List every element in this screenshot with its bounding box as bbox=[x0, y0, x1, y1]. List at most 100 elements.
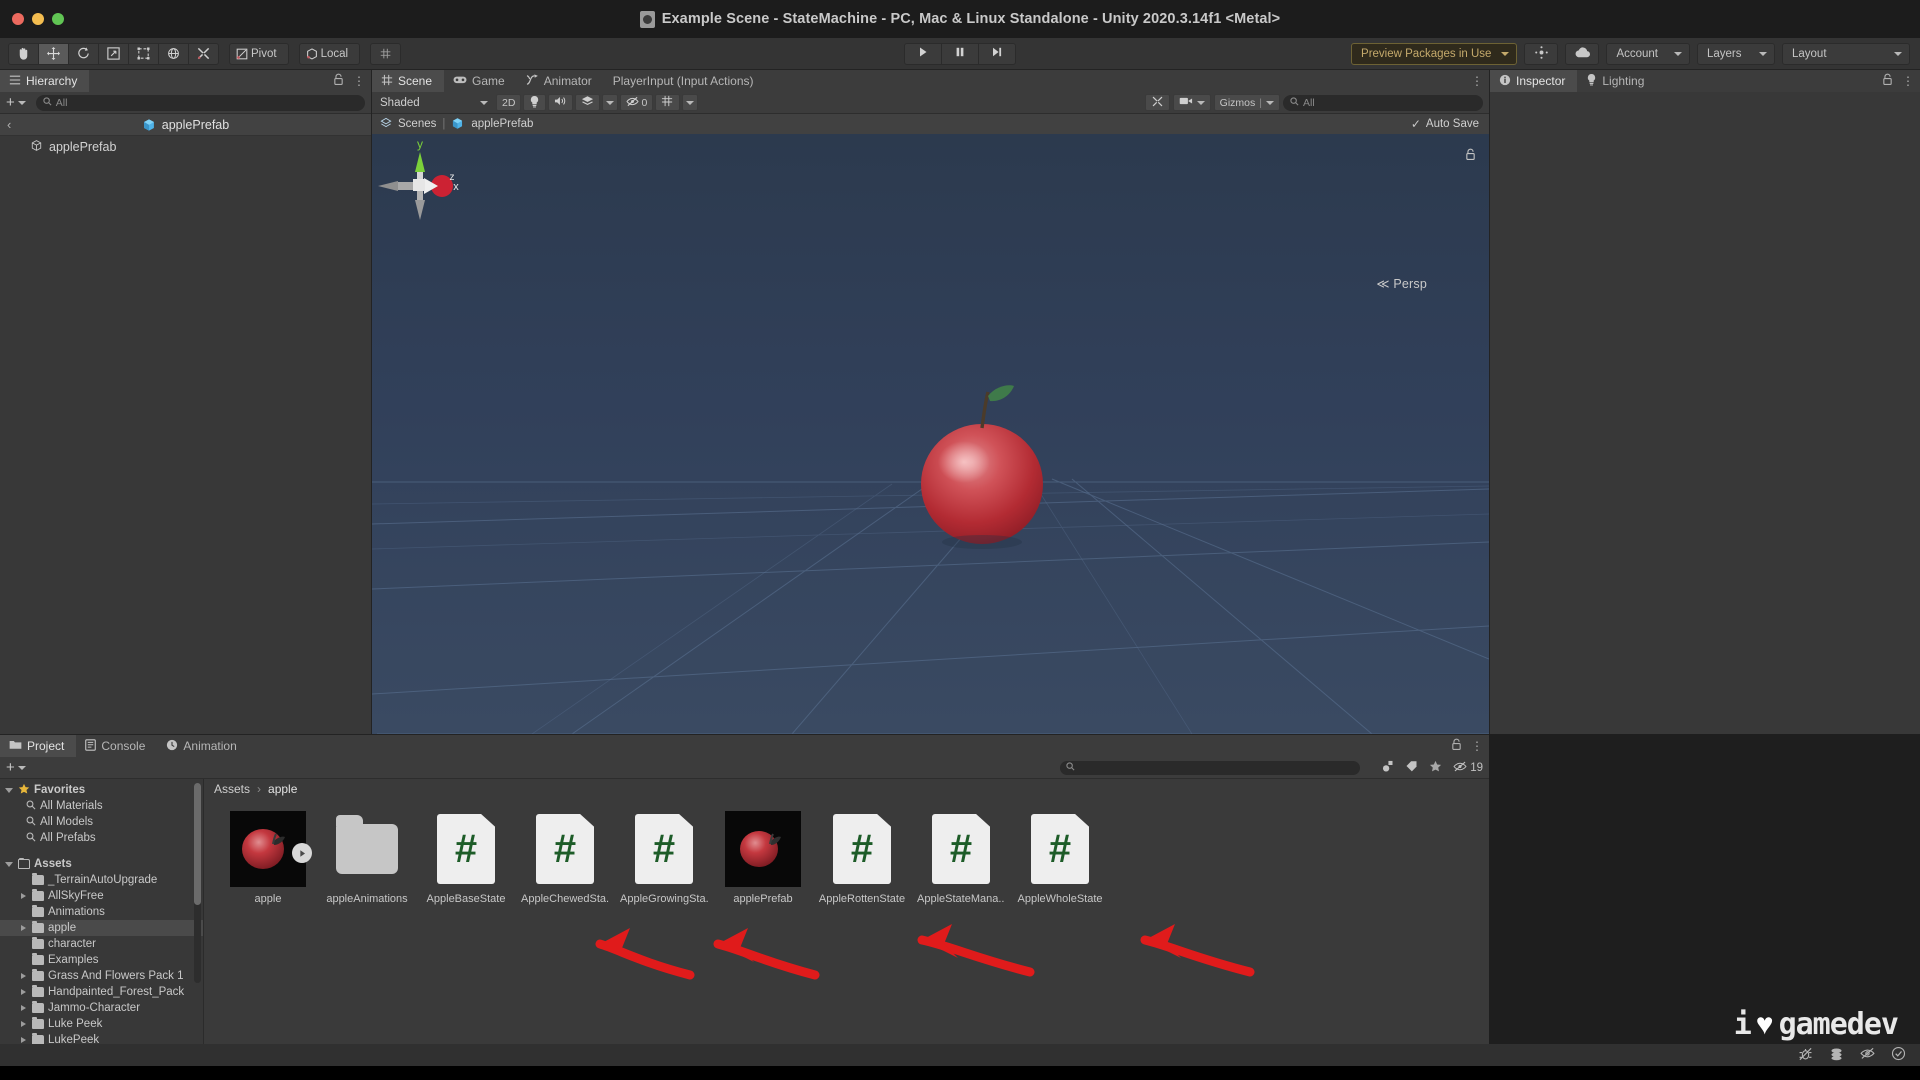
tree-group-assets[interactable]: Assets bbox=[0, 856, 203, 872]
local-toggle-button[interactable]: Local bbox=[298, 42, 361, 65]
tree-item-grass-and-flowers-pack-1[interactable]: Grass And Flowers Pack 1 bbox=[0, 968, 203, 984]
step-button[interactable] bbox=[978, 42, 1016, 65]
preview-packages-button[interactable]: Preview Packages in Use bbox=[1351, 42, 1518, 65]
breadcrumb-apple[interactable]: apple bbox=[268, 782, 297, 796]
tree-item-all-materials[interactable]: All Materials bbox=[0, 798, 203, 814]
scene-grid-dropdown[interactable] bbox=[682, 94, 699, 111]
prefab-back-button[interactable]: ‹ bbox=[7, 117, 11, 132]
layout-dropdown[interactable]: Layout bbox=[1782, 42, 1910, 65]
grid-snap-button[interactable] bbox=[370, 42, 402, 65]
tree-item-all-prefabs[interactable]: All Prefabs bbox=[0, 830, 203, 846]
kebab-menu-icon[interactable]: ⋮ bbox=[1471, 739, 1483, 753]
tree-item-apple[interactable]: apple bbox=[0, 920, 203, 936]
scene-grid-button[interactable] bbox=[655, 94, 681, 111]
account-dropdown[interactable]: Account bbox=[1606, 42, 1690, 65]
tab-animation[interactable]: Animation bbox=[157, 735, 248, 757]
scene-camera-button[interactable] bbox=[1172, 94, 1211, 111]
lock-icon[interactable] bbox=[333, 73, 344, 89]
create-object-button[interactable]: + bbox=[6, 94, 26, 111]
asset-item-applegrowingstate[interactable]: # AppleGrowingSta... bbox=[620, 811, 708, 905]
tree-item-examples[interactable]: Examples bbox=[0, 952, 203, 968]
create-asset-button[interactable]: + bbox=[6, 759, 26, 776]
pivot-toggle-button[interactable]: Pivot bbox=[229, 42, 289, 65]
tab-lighting[interactable]: Lighting bbox=[1577, 70, 1656, 92]
apple-3d-model[interactable] bbox=[872, 374, 1132, 594]
move-tool-button[interactable] bbox=[38, 42, 69, 65]
tree-item-luke-peek[interactable]: Luke Peek bbox=[0, 1016, 203, 1032]
label-filter-icon[interactable] bbox=[1405, 760, 1418, 776]
auto-save-toggle[interactable]: ✓ Auto Save bbox=[1411, 117, 1479, 131]
cloud-button[interactable] bbox=[1565, 42, 1600, 65]
asset-item-applechewedstate[interactable]: # AppleChewedSta... bbox=[521, 811, 609, 905]
tab-animator[interactable]: Animator bbox=[517, 70, 604, 92]
favorite-star-icon[interactable] bbox=[1429, 760, 1442, 776]
toggle-2d-button[interactable]: 2D bbox=[496, 94, 522, 111]
tab-game[interactable]: Game bbox=[444, 70, 517, 92]
asset-item-applebasestate[interactable]: # AppleBaseState bbox=[422, 811, 510, 905]
tree-item-handpainted-forest-pack[interactable]: Handpainted_Forest_Pack bbox=[0, 984, 203, 1000]
tree-item-all-models[interactable]: All Models bbox=[0, 814, 203, 830]
minimize-window-button[interactable] bbox=[32, 13, 44, 25]
hierarchy-search-input[interactable]: All bbox=[35, 94, 365, 111]
close-window-button[interactable] bbox=[12, 13, 24, 25]
asset-item-applerottenstate[interactable]: # AppleRottenState bbox=[818, 811, 906, 905]
tab-playerinput[interactable]: PlayerInput (Input Actions) bbox=[604, 70, 766, 92]
scene-fx-dropdown[interactable] bbox=[602, 94, 619, 111]
kebab-menu-icon[interactable]: ⋮ bbox=[1902, 74, 1914, 88]
scene-breadcrumb-scenes[interactable]: Scenes bbox=[398, 118, 436, 130]
scene-breadcrumb-prefab[interactable]: applePrefab bbox=[471, 118, 533, 130]
asset-item-appleanimations[interactable]: appleAnimations bbox=[323, 811, 411, 905]
gizmos-button[interactable]: Gizmos | bbox=[1213, 94, 1280, 111]
tree-item-terrainautoupgrade[interactable]: _TerrainAutoUpgrade bbox=[0, 872, 203, 888]
eye-off-icon[interactable] bbox=[1860, 1047, 1875, 1063]
draw-mode-dropdown[interactable]: Shaded bbox=[376, 94, 494, 111]
tree-item-character[interactable]: character bbox=[0, 936, 203, 952]
services-button[interactable] bbox=[1524, 42, 1559, 65]
asset-item-applewholestate[interactable]: # AppleWholeState bbox=[1016, 811, 1104, 905]
scene-viewport[interactable]: y x z ≪ Persp bbox=[372, 134, 1489, 734]
pause-button[interactable] bbox=[941, 42, 979, 65]
scene-orientation-gizmo[interactable]: y x z bbox=[372, 134, 468, 234]
play-badge-icon[interactable] bbox=[292, 843, 312, 863]
asset-grid-pane[interactable]: Assets › apple apple appleAnimations # A… bbox=[204, 779, 1489, 1067]
kebab-menu-icon[interactable]: ⋮ bbox=[1471, 74, 1483, 88]
hidden-packages-indicator[interactable]: 19 bbox=[1453, 761, 1483, 775]
asset-item-applestatemanager[interactable]: # AppleStateMana... bbox=[917, 811, 1005, 905]
traffic-lights[interactable] bbox=[12, 13, 64, 25]
tab-project[interactable]: Project bbox=[0, 735, 77, 757]
asset-item-appleprefab[interactable]: applePrefab bbox=[719, 811, 807, 905]
custom-editor-tool-button[interactable] bbox=[188, 42, 219, 65]
tree-group-favorites[interactable]: Favorites bbox=[0, 782, 203, 798]
type-filter-icon[interactable] bbox=[1381, 760, 1394, 776]
bug-icon[interactable] bbox=[1798, 1047, 1813, 1064]
hierarchy-row-appleprefab[interactable]: applePrefab bbox=[0, 136, 371, 157]
tree-item-animations[interactable]: Animations bbox=[0, 904, 203, 920]
scene-audio-button[interactable] bbox=[548, 94, 574, 111]
tab-hierarchy[interactable]: Hierarchy bbox=[0, 70, 90, 92]
layers-stack-icon[interactable] bbox=[1829, 1047, 1844, 1064]
scene-hidden-objects-button[interactable]: 0 bbox=[620, 94, 654, 111]
kebab-menu-icon[interactable]: ⋮ bbox=[353, 74, 365, 88]
hand-tool-button[interactable] bbox=[8, 42, 39, 65]
layers-dropdown[interactable]: Layers bbox=[1697, 42, 1775, 65]
scene-tools-button[interactable] bbox=[1144, 94, 1170, 111]
zoom-window-button[interactable] bbox=[52, 13, 64, 25]
transform-tool-button[interactable] bbox=[158, 42, 189, 65]
tree-scrollbar[interactable] bbox=[194, 783, 201, 983]
scale-tool-button[interactable] bbox=[98, 42, 129, 65]
tree-item-jammo-character[interactable]: Jammo-Character bbox=[0, 1000, 203, 1016]
project-folder-tree[interactable]: Favorites All Materials All Models All P… bbox=[0, 779, 204, 1067]
check-circle-icon[interactable] bbox=[1891, 1046, 1906, 1064]
scene-projection-toggle[interactable]: ≪ Persp bbox=[1376, 276, 1427, 291]
scene-lighting-button[interactable] bbox=[523, 94, 547, 111]
scene-fx-button[interactable] bbox=[575, 94, 601, 111]
asset-item-apple[interactable]: apple bbox=[224, 811, 312, 905]
gizmo-search-input[interactable]: All bbox=[1283, 94, 1483, 111]
rect-transform-tool-button[interactable] bbox=[128, 42, 159, 65]
tree-item-allskyfree[interactable]: AllSkyFree bbox=[0, 888, 203, 904]
play-button[interactable] bbox=[904, 42, 942, 65]
project-search-input[interactable] bbox=[1060, 760, 1360, 775]
rotate-tool-button[interactable] bbox=[68, 42, 99, 65]
tab-console[interactable]: Console bbox=[76, 735, 157, 757]
tab-inspector[interactable]: Inspector bbox=[1490, 70, 1578, 92]
